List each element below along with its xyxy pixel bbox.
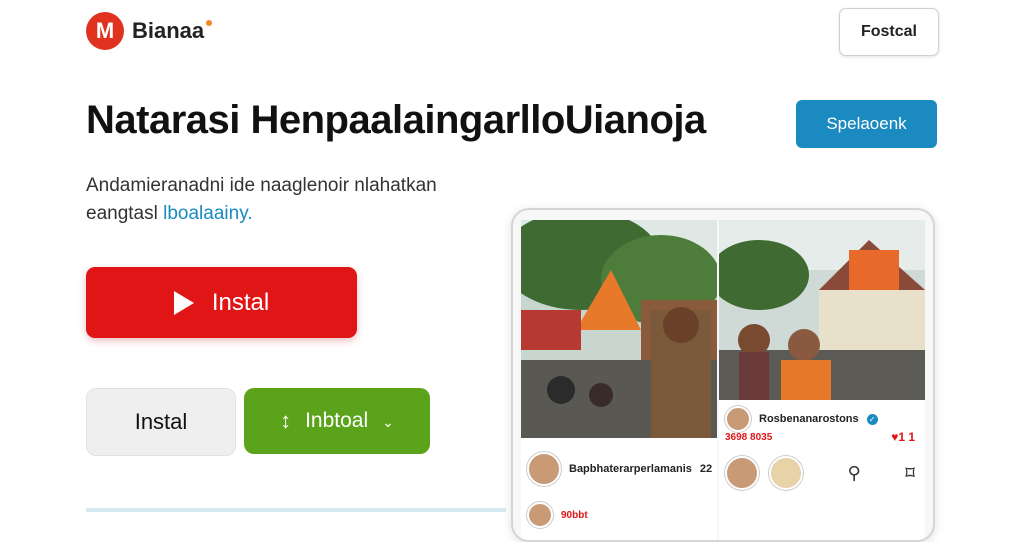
subtitle-line-1: Andamieranadni ide naaglenoir nlahatkan: [86, 175, 437, 196]
post-actions-right: ⚲ ⌑: [725, 456, 915, 490]
post-meta-right: Rosbenanarostons ✓: [725, 406, 878, 432]
avatar-group: [725, 456, 803, 490]
chevron-down-icon: ⌄: [382, 413, 394, 430]
install-green-button[interactable]: ↕ Inbtoal ⌄: [244, 388, 430, 454]
post-stats-right: 3698 8035 ♥1 1: [725, 430, 915, 444]
download-icon: ↕: [280, 408, 292, 433]
post-panel-right: Rosbenanarostons ✓ 3698 8035 ♥1 1 ⚲ ⌑: [719, 220, 925, 540]
avatar[interactable]: [527, 452, 561, 486]
post-note: 90bbt: [561, 509, 588, 521]
heart-icon[interactable]: ♥1 1: [891, 430, 915, 444]
verified-badge-icon: ✓: [866, 413, 878, 425]
post-count: 22: [699, 463, 713, 475]
street-photo-left: [521, 220, 717, 438]
street-photo-right: [719, 220, 925, 400]
brand-logo[interactable]: M Bianaa: [86, 12, 213, 50]
top-right-button[interactable]: Fostcal: [839, 8, 939, 56]
bottom-divider: [86, 508, 506, 512]
install-green-label: Inbtoal: [305, 409, 369, 432]
hero-subtitle: Andamieranadni ide naaglenoir nlahatkan …: [86, 172, 506, 228]
avatar[interactable]: [725, 456, 759, 490]
install-secondary-button[interactable]: Instal: [86, 388, 236, 456]
post-meta-left: Bapbhaterarperlamanis 22: [527, 452, 712, 486]
page-title: Natarasi HenpaalaingarlloUianoja: [86, 98, 706, 142]
subtitle-line-2: eangtasl lboalaainy.: [86, 200, 506, 228]
subtitle-prefix: eangtasl: [86, 203, 164, 224]
post-stats: 3698 8035: [725, 431, 773, 443]
install-primary-button[interactable]: Instal: [86, 267, 357, 338]
play-icon: [173, 290, 194, 315]
avatar[interactable]: [769, 456, 803, 490]
subtitle-link[interactable]: lboalaainy.: [163, 203, 252, 224]
post-meta-left-2: 90bbt: [527, 502, 588, 528]
logo-mark-icon: M: [86, 12, 124, 50]
post-username[interactable]: Rosbenanarostons: [759, 413, 859, 425]
brand-text: Bianaa: [132, 18, 205, 43]
search-icon[interactable]: ⚲: [848, 463, 861, 484]
install-primary-label: Instal: [211, 288, 270, 316]
post-username[interactable]: Bapbhaterarperlamanis: [569, 463, 692, 475]
avatar[interactable]: [527, 502, 553, 528]
phone-mockup: Bapbhaterarperlamanis 22 90bbt Rosbenana…: [511, 208, 935, 542]
avatar[interactable]: [725, 406, 751, 432]
brand-name: Bianaa: [132, 18, 213, 44]
post-panel-left: Bapbhaterarperlamanis 22 90bbt: [521, 220, 717, 540]
bookmark-icon[interactable]: ⌑: [905, 463, 915, 484]
primary-cta-button[interactable]: Spelaoenk: [796, 100, 937, 148]
brand-dot-icon: [206, 20, 213, 26]
